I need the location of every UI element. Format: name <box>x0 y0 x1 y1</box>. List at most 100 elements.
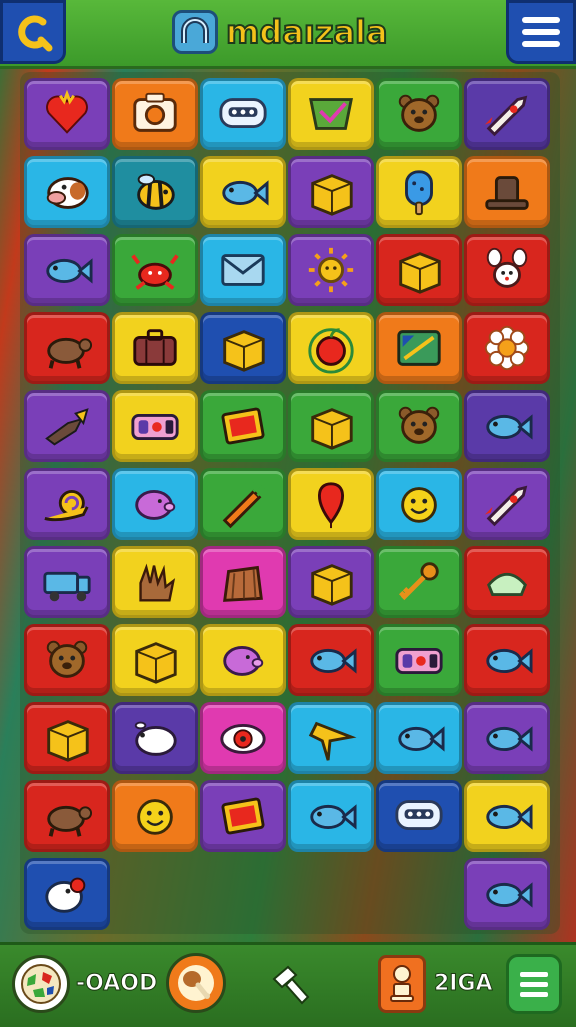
tile[interactable] <box>288 468 374 540</box>
cow-icon <box>46 177 89 209</box>
tile[interactable] <box>24 858 110 930</box>
bird-icon <box>45 408 89 446</box>
tile[interactable] <box>112 312 198 384</box>
drumstick-icon <box>178 965 214 1001</box>
star-icon <box>308 721 357 761</box>
tile[interactable] <box>288 390 374 462</box>
flower-icon <box>484 325 530 371</box>
hand-icon <box>139 563 176 602</box>
tile[interactable] <box>288 624 374 696</box>
tile[interactable] <box>24 780 110 852</box>
hammer-icon <box>272 965 310 1005</box>
tile[interactable] <box>288 702 374 774</box>
tile[interactable] <box>24 78 110 150</box>
tile[interactable] <box>112 702 198 774</box>
tile[interactable] <box>376 156 462 228</box>
trophy-icon <box>390 965 414 1002</box>
tile[interactable] <box>112 156 198 228</box>
tile[interactable] <box>376 78 462 150</box>
fish-icon <box>46 258 93 284</box>
tile[interactable] <box>200 312 286 384</box>
tile[interactable] <box>112 78 198 150</box>
tile[interactable] <box>200 156 286 228</box>
bear-head-icon <box>46 640 88 678</box>
heart-icon <box>46 89 88 134</box>
tile[interactable] <box>288 312 374 384</box>
tile[interactable] <box>376 312 462 384</box>
tile[interactable] <box>112 390 198 462</box>
box-icon <box>311 564 353 606</box>
radio-icon <box>395 647 443 674</box>
tile[interactable] <box>200 468 286 540</box>
back-button[interactable] <box>0 0 66 64</box>
list-menu-button[interactable] <box>506 954 562 1014</box>
tile[interactable] <box>24 156 110 228</box>
title-text: mdaızala <box>225 12 389 52</box>
tile[interactable] <box>200 390 286 462</box>
tile[interactable] <box>24 234 110 306</box>
tile[interactable] <box>464 468 550 540</box>
bear-head-icon <box>398 406 440 444</box>
tile[interactable] <box>24 390 110 462</box>
top-bar: mdaızala <box>0 0 576 69</box>
tile[interactable] <box>200 234 286 306</box>
bowl-icon <box>487 572 527 596</box>
bee-icon <box>137 173 175 210</box>
tile[interactable] <box>200 702 286 774</box>
tile[interactable] <box>464 78 550 150</box>
tile[interactable] <box>112 624 198 696</box>
hint-button[interactable] <box>266 959 316 1009</box>
tv-icon <box>397 330 441 366</box>
food-button[interactable] <box>166 953 226 1013</box>
tile[interactable] <box>288 156 374 228</box>
suitcase-icon <box>133 329 177 366</box>
tile[interactable] <box>24 546 110 618</box>
tile[interactable] <box>464 702 550 774</box>
tile[interactable] <box>376 390 462 462</box>
right-counter: 2IGA <box>434 971 494 997</box>
tile[interactable] <box>288 234 374 306</box>
tile[interactable] <box>464 390 550 462</box>
tile[interactable] <box>464 624 550 696</box>
tile[interactable] <box>376 546 462 618</box>
frame-icon <box>221 797 265 835</box>
tile[interactable] <box>464 780 550 852</box>
box-icon <box>223 330 265 372</box>
tile[interactable] <box>112 780 198 852</box>
tile[interactable] <box>112 468 198 540</box>
box-icon <box>311 174 353 216</box>
tile[interactable] <box>464 858 550 930</box>
tile[interactable] <box>376 468 462 540</box>
hamburger-menu-icon <box>522 17 560 47</box>
trophy-button[interactable] <box>378 955 426 1013</box>
tile[interactable] <box>200 624 286 696</box>
tile[interactable] <box>112 546 198 618</box>
tile[interactable] <box>112 234 198 306</box>
map-button[interactable] <box>12 955 70 1013</box>
tile[interactable] <box>24 468 110 540</box>
tile[interactable] <box>24 624 110 696</box>
tile[interactable] <box>24 702 110 774</box>
tile[interactable] <box>288 546 374 618</box>
tile[interactable] <box>376 780 462 852</box>
tile[interactable] <box>376 702 462 774</box>
tile[interactable] <box>376 624 462 696</box>
tile[interactable] <box>200 78 286 150</box>
tile[interactable] <box>288 780 374 852</box>
tile[interactable] <box>288 78 374 150</box>
menu-button[interactable] <box>506 0 576 64</box>
fish-icon <box>398 726 445 752</box>
tile[interactable] <box>464 546 550 618</box>
box-icon <box>399 252 441 294</box>
tile[interactable] <box>376 234 462 306</box>
tile[interactable] <box>200 546 286 618</box>
tile[interactable] <box>464 234 550 306</box>
tile[interactable] <box>464 156 550 228</box>
left-counter: -OAOD <box>75 971 158 997</box>
tile[interactable] <box>24 312 110 384</box>
tile[interactable] <box>464 312 550 384</box>
truck-icon <box>43 571 91 602</box>
popsicle-icon <box>405 170 433 216</box>
tile[interactable] <box>200 780 286 852</box>
pig-icon <box>135 490 176 520</box>
